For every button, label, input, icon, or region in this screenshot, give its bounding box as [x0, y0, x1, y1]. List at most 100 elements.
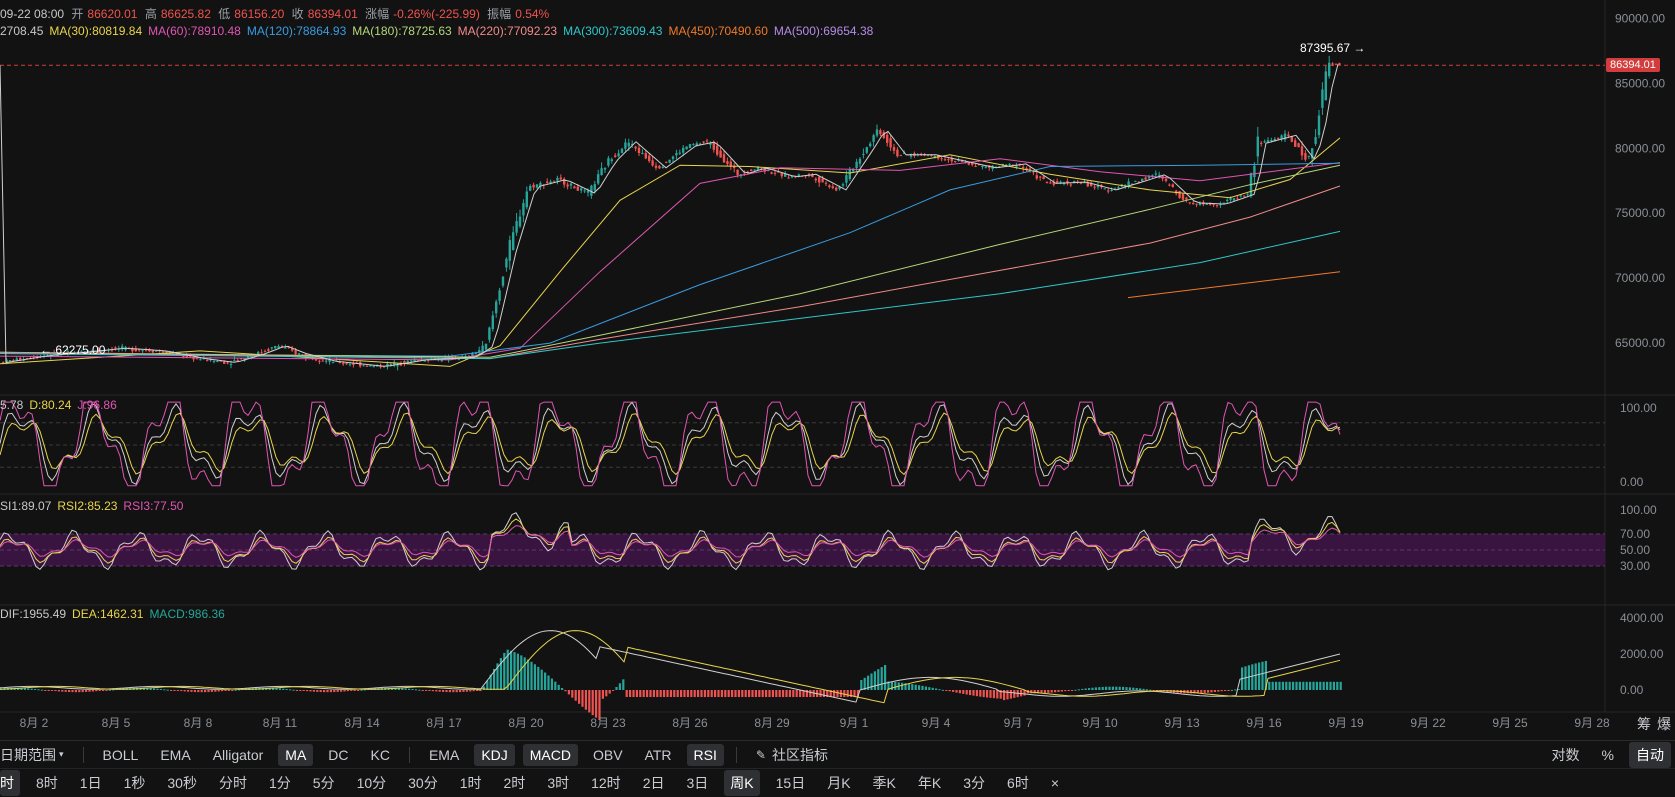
- candle-body: [505, 258, 508, 268]
- macd-histogram-bar: [788, 690, 791, 698]
- candle-body: [223, 361, 226, 364]
- timeframe-option[interactable]: 1时: [454, 770, 488, 796]
- price-axis-label: 75000.00: [1615, 206, 1665, 220]
- date-axis-label: 8月 8: [184, 716, 213, 730]
- timeframe-option[interactable]: 10分: [351, 770, 393, 796]
- macd-histogram-bar: [907, 683, 910, 690]
- timeframe-option[interactable]: 2时: [498, 770, 532, 796]
- timeframe-option[interactable]: 年K: [912, 770, 947, 796]
- timeframe-option[interactable]: 周K: [724, 769, 760, 796]
- macd-histogram-bar: [537, 666, 540, 690]
- macd-histogram-bar: [1275, 681, 1278, 690]
- timeframe-option[interactable]: 月K: [821, 770, 856, 796]
- macd-histogram-bar: [982, 690, 985, 698]
- main-indicator-dc[interactable]: DC: [321, 744, 355, 766]
- timeframe-option[interactable]: 3日: [680, 770, 714, 796]
- candle-body: [1205, 203, 1208, 205]
- candle-body: [688, 144, 692, 148]
- sub-indicator-ema[interactable]: EMA: [422, 744, 466, 766]
- candle-body: [610, 159, 613, 162]
- macd-histogram-bar: [71, 690, 74, 693]
- auto-scale-toggle[interactable]: 自动: [1629, 741, 1671, 768]
- macd-histogram-bar: [357, 690, 360, 691]
- candle-body: [294, 350, 297, 354]
- timeframe-option[interactable]: 30秒: [161, 770, 203, 796]
- timeframe-option[interactable]: 分时: [213, 770, 253, 796]
- sub-indicator-rsi[interactable]: RSI: [686, 743, 724, 766]
- main-indicator-alligator[interactable]: Alligator: [206, 744, 271, 766]
- macd-histogram-bar: [299, 690, 302, 691]
- candle-body: [1045, 182, 1049, 184]
- timeframe-option[interactable]: 1日: [74, 770, 108, 796]
- macd-histogram-bar: [1098, 687, 1101, 690]
- candle-body: [226, 362, 229, 364]
- macd-histogram-bar: [785, 690, 788, 698]
- macd-histogram-bar: [227, 690, 230, 691]
- candle-body: [821, 178, 824, 183]
- macd-histogram-bar: [615, 687, 618, 690]
- price-axis-label: 65000.00: [1615, 336, 1665, 350]
- macd-histogram-bar: [639, 690, 642, 698]
- candle-body: [1324, 71, 1327, 101]
- rsi-axis-label: 70.00: [1620, 527, 1650, 541]
- sub-indicator-atr[interactable]: ATR: [638, 744, 679, 766]
- timeframe-option[interactable]: 15日: [770, 770, 812, 796]
- current-price-tag: 86394.01: [1606, 58, 1660, 72]
- macd-histogram-bar: [411, 688, 414, 690]
- candle-body: [1331, 63, 1334, 65]
- community-indicators-button[interactable]: ✎ 社区指标: [749, 742, 835, 768]
- macd-histogram-bar: [540, 669, 543, 690]
- timeframe-option[interactable]: 8时: [30, 770, 64, 796]
- main-indicator-ema[interactable]: EMA: [153, 744, 197, 766]
- macd-histogram-bar: [312, 690, 315, 692]
- rsi-legend-item: RSI2:85.23: [57, 499, 118, 513]
- timeframe-option[interactable]: 30分: [402, 770, 444, 796]
- candle-body: [692, 144, 695, 146]
- candle-body: [773, 172, 777, 174]
- percent-scale-toggle[interactable]: %: [1595, 744, 1621, 766]
- timeframe-option[interactable]: 季K: [867, 770, 902, 796]
- macd-histogram-bar: [768, 690, 771, 698]
- candle-body: [318, 360, 321, 362]
- main-indicator-boll[interactable]: BOLL: [96, 744, 146, 766]
- macd-histogram-bar: [1111, 686, 1114, 690]
- timeframe-option[interactable]: 12时: [585, 770, 627, 796]
- timeframe-option[interactable]: 时: [0, 769, 20, 796]
- candle-body: [716, 145, 719, 155]
- candle-body: [668, 159, 671, 163]
- candle-body: [263, 351, 267, 353]
- candle-body: [855, 161, 858, 169]
- timeframe-option[interactable]: 3分: [957, 770, 991, 796]
- candle-body: [1049, 182, 1052, 184]
- candle-body: [661, 166, 664, 168]
- candle-body: [634, 146, 637, 149]
- main-indicator-kc[interactable]: KC: [364, 744, 397, 766]
- chart-canvas[interactable]: 90000.00 85000.00 80000.00 75000.00 70000.00…: [0, 0, 1675, 740]
- date-range-button[interactable]: 日期范围 ▾: [0, 742, 71, 768]
- macd-histogram-bar: [34, 688, 37, 690]
- macd-histogram-bar: [190, 690, 193, 692]
- close-icon[interactable]: ×: [1045, 772, 1065, 794]
- kline-chart[interactable]: 90000.00 85000.00 80000.00 75000.00 70000.00…: [0, 0, 1675, 740]
- timeframe-option[interactable]: 1分: [263, 770, 297, 796]
- candle-body: [1328, 62, 1331, 77]
- sub-indicator-obv[interactable]: OBV: [586, 744, 630, 766]
- macd-histogram-bar: [700, 690, 703, 698]
- candle-body: [389, 364, 392, 366]
- timeframe-option[interactable]: 3时: [541, 770, 575, 796]
- sub-indicator-macd[interactable]: MACD: [522, 743, 578, 766]
- macd-histogram-bar: [30, 688, 33, 690]
- candle-body: [814, 178, 817, 181]
- timeframe-option[interactable]: 6时: [1001, 770, 1035, 796]
- log-scale-toggle[interactable]: 对数: [1545, 742, 1587, 768]
- macd-histogram-bar: [601, 690, 604, 699]
- macd-histogram-bar: [955, 690, 958, 693]
- main-indicator-ma[interactable]: MA: [278, 743, 314, 766]
- timeframe-option[interactable]: 5分: [307, 770, 341, 796]
- timeframe-option[interactable]: 1秒: [118, 770, 152, 796]
- sub-indicator-kdj[interactable]: KDJ: [474, 743, 515, 766]
- candle-body: [943, 159, 947, 161]
- ma-legend: 2708.45 MA(30):80819.84 MA(60):78910.48 MA(…: [0, 24, 879, 38]
- macd-histogram-bar: [1060, 690, 1063, 692]
- timeframe-option[interactable]: 2日: [637, 770, 671, 796]
